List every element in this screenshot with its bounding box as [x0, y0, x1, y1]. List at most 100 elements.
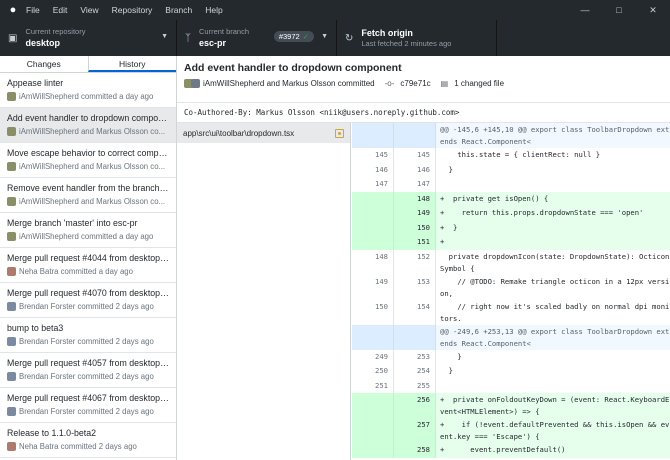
commit-author-text: iAmWillShepherd and Markus Olsson co... — [19, 162, 166, 171]
commit-summary: Merge pull request #4057 from desktop/..… — [7, 358, 169, 368]
avatar — [191, 79, 200, 88]
commit-sha[interactable]: c79e71c — [400, 79, 430, 88]
commit-authors: iAmWillShepherd and Markus Olsson commit… — [203, 79, 375, 88]
commit-item[interactable]: Merge pull request #4070 from desktop/..… — [0, 283, 176, 318]
diff-hunk-header[interactable]: @@ -249,6 +253,13 @@ export class Toolba… — [352, 324, 670, 350]
commit-summary: Merge pull request #4067 from desktop/..… — [7, 393, 169, 403]
commit-summary: Release to 1.1.0-beta2 — [7, 428, 97, 438]
diff-line-added[interactable]: 149 + return this.props.dropdownState ===… — [352, 206, 670, 221]
file-list: app\src\ui\toolbar\dropdown.tsx — [177, 123, 351, 460]
new-line-number: 150 — [394, 220, 436, 235]
commit-item[interactable]: Merge pull request #4057 from desktop/..… — [0, 353, 176, 388]
new-line-number: 154 — [394, 299, 436, 325]
old-line-number — [352, 324, 394, 350]
menu-repository[interactable]: Repository — [112, 5, 153, 15]
commit-meta: Brendan Forster committed 2 days ago — [7, 302, 169, 311]
diff-line-added[interactable]: 150 + } — [352, 220, 670, 235]
old-line-number: 145 — [352, 148, 394, 163]
file-item[interactable]: app\src\ui\toolbar\dropdown.tsx — [177, 123, 350, 143]
avatar — [7, 127, 16, 136]
file-diff-icon: ▤ — [440, 79, 449, 88]
pr-number: #3972 — [278, 32, 300, 41]
diff-code: + private get isOpen() { — [436, 191, 670, 206]
menu-view[interactable]: View — [80, 5, 98, 15]
old-line-number: 149 — [352, 274, 394, 300]
repo-icon: ▣ — [8, 32, 18, 44]
diff-line[interactable]: 150 154 // right now it's scaled badly on… — [352, 299, 670, 325]
diff-line[interactable]: 251 255 — [352, 378, 670, 394]
commit-summary: Merge branch 'master' into esc-pr — [7, 218, 138, 228]
avatar — [7, 372, 16, 381]
diff-view[interactable]: @@ -145,6 +145,10 @@ export class Toolba… — [352, 123, 670, 460]
menu-edit[interactable]: Edit — [53, 5, 68, 15]
diff-line[interactable]: 250 254 } — [352, 364, 670, 379]
diff-line[interactable]: 146 146 } — [352, 162, 670, 177]
tab-history[interactable]: History — [87, 56, 176, 72]
repo-label: Current repository — [25, 27, 86, 36]
diff-code — [436, 379, 670, 394]
avatar — [7, 92, 16, 101]
new-line-number: 146 — [394, 162, 436, 177]
repository-selector[interactable]: ▣ Current repository desktop ▼ — [0, 20, 177, 56]
menu-branch[interactable]: Branch — [165, 5, 192, 15]
commit-item[interactable]: Release to 1.1.0-beta2 Neha Batra committ… — [0, 423, 176, 458]
avatar — [7, 162, 16, 171]
diff-line[interactable]: 249 253 } — [352, 349, 670, 364]
diff-line[interactable]: 147 147 — [352, 177, 670, 192]
diff-code: @@ -249,6 +253,13 @@ export class Toolba… — [436, 324, 670, 350]
branch-icon: ᛉ — [185, 32, 191, 44]
diff-line[interactable]: 145 145 this.state = { clientRect: null } — [352, 148, 670, 163]
diff-code: + event.preventDefault() — [436, 443, 670, 458]
old-line-number: 150 — [352, 299, 394, 325]
old-line-number — [352, 418, 394, 443]
commit-item[interactable]: Merge pull request #4044 from desktop/..… — [0, 248, 176, 283]
old-line-number — [352, 123, 394, 148]
fetch-origin-button[interactable]: ↻ Fetch origin Last fetched 2 minutes ag… — [337, 20, 497, 56]
diff-line-added[interactable]: 257 + if (!event.defaultPrevented && this… — [352, 418, 670, 443]
old-line-number: 148 — [352, 249, 394, 275]
commit-summary: Move escape behavior to correct compo... — [7, 148, 169, 158]
commit-item[interactable]: Remove event handler from the branches..… — [0, 178, 176, 213]
diff-code: this.state = { clientRect: null } — [440, 150, 601, 159]
commit-item[interactable]: Merge branch 'master' into esc-pr iAmWill… — [0, 213, 176, 248]
old-line-number — [352, 220, 394, 235]
diff-code: // right now it's scaled badly on normal… — [440, 301, 670, 323]
diff-hunk-header[interactable]: @@ -145,6 +145,10 @@ export class Toolba… — [352, 123, 670, 148]
branch-selector[interactable]: ᛉ Current branch esc-pr #3972 ✓ ▼ — [177, 20, 337, 56]
menu-file[interactable]: File — [26, 5, 40, 15]
commit-meta: Brendan Forster committed 2 days ago — [7, 337, 169, 346]
chevron-down-icon: ▼ — [321, 33, 328, 40]
commit-item[interactable]: Move escape behavior to correct compo...… — [0, 143, 176, 178]
pr-badge[interactable]: #3972 ✓ — [273, 31, 314, 42]
old-line-number — [352, 443, 394, 458]
diff-code: @@ -145,6 +145,10 @@ export class Toolba… — [436, 123, 670, 148]
commit-item[interactable]: Merge pull request #4067 from desktop/..… — [0, 388, 176, 423]
diff-line-added[interactable]: 258 + event.preventDefault() — [352, 443, 670, 458]
diff-line-added[interactable]: 151 + — [352, 235, 670, 250]
diff-line-added[interactable]: 256 + private onFoldoutKeyDown = (event: … — [352, 393, 670, 418]
menu-bar: File Edit View Repository Branch Help — [26, 5, 568, 15]
minimize-icon[interactable]: — — [568, 5, 602, 16]
diff-code: } — [440, 351, 462, 361]
diff-line[interactable]: 148 152 private dropdownIcon(state: Dropd… — [352, 249, 670, 275]
chevron-down-icon: ▼ — [161, 33, 168, 40]
diff-code: } — [440, 164, 453, 174]
tab-changes[interactable]: Changes — [0, 56, 88, 72]
commit-meta: Brendan Forster committed 2 days ago — [7, 372, 169, 381]
close-icon[interactable]: ✕ — [636, 5, 670, 16]
branch-value: esc-pr — [199, 38, 227, 48]
commit-item[interactable]: Add event handler to dropdown compon... i… — [0, 108, 176, 143]
title-bar: ● File Edit View Repository Branch Help … — [0, 0, 670, 20]
maximize-icon[interactable]: □ — [602, 5, 636, 16]
commit-meta: Neha Batra committed 2 days ago — [7, 442, 169, 451]
diff-line-added[interactable]: 148 + private get isOpen() { — [352, 191, 670, 206]
commit-item[interactable]: bump to beta3 Brendan Forster committed 2… — [0, 318, 176, 353]
menu-help[interactable]: Help — [205, 5, 222, 15]
files-changed: 1 changed file — [454, 79, 505, 88]
old-line-number — [352, 235, 394, 250]
diff-code: + if (!event.defaultPrevented && this.is… — [436, 418, 670, 443]
new-line-number: 152 — [394, 249, 436, 275]
commit-item[interactable]: Appease linter iAmWillShepherd committed … — [0, 73, 176, 108]
diff-line[interactable]: 149 153 // @TODO: Remake triangle octicon… — [352, 274, 670, 300]
commit-details: Add event handler to dropdown component … — [177, 56, 670, 460]
